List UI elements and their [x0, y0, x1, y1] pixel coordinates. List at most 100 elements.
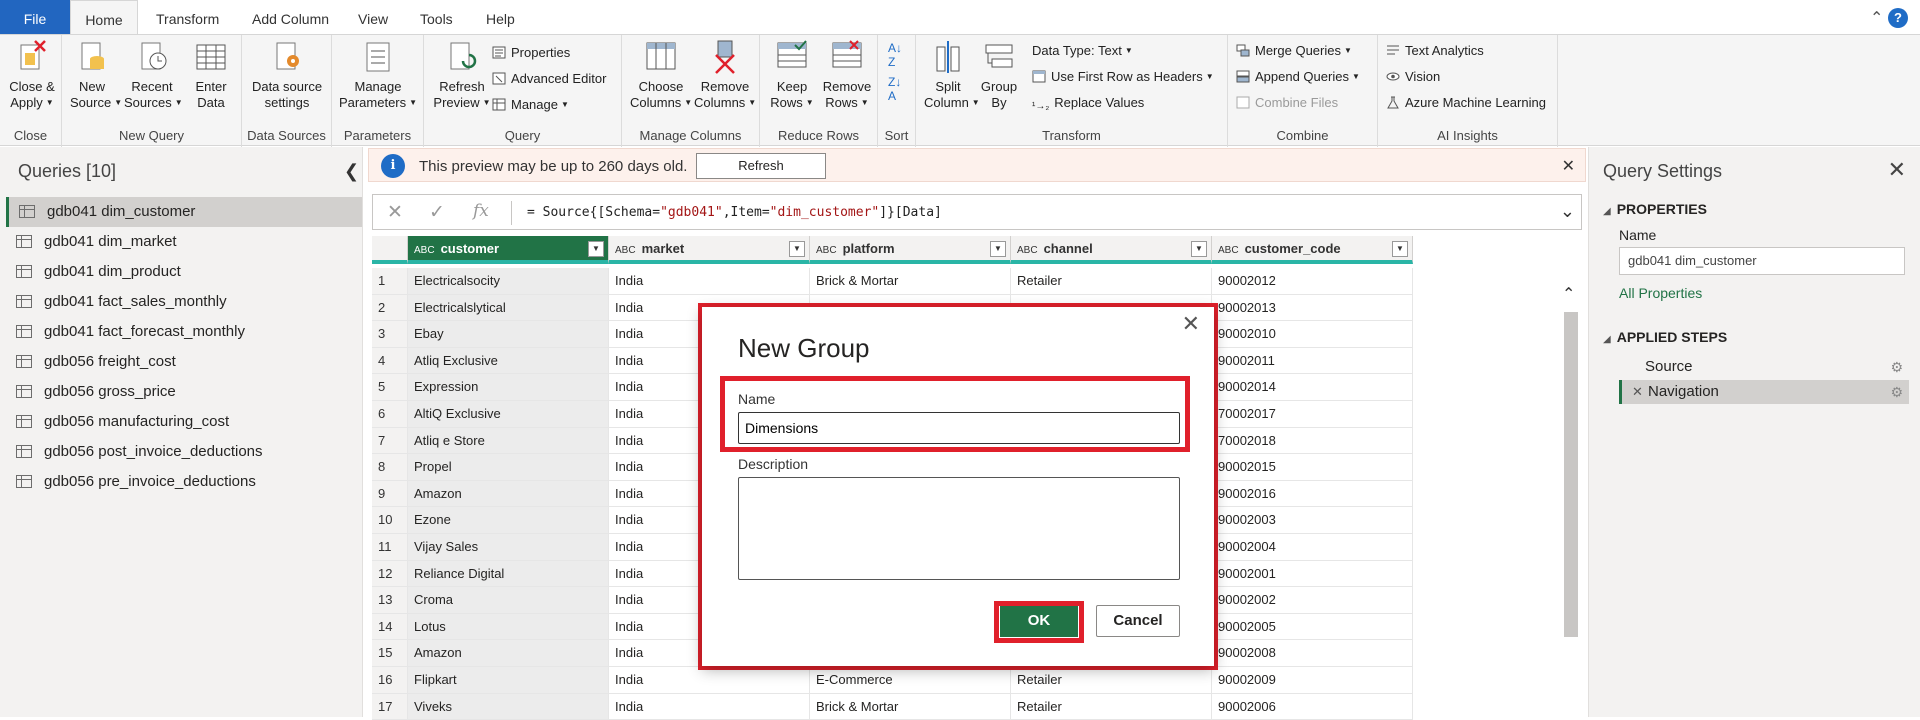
table-cell[interactable]: India — [609, 667, 810, 694]
row-number[interactable]: 6 — [372, 401, 408, 428]
row-number[interactable]: 10 — [372, 507, 408, 534]
table-cell[interactable]: Amazon — [408, 640, 609, 667]
filter-dropdown-icon[interactable]: ▼ — [789, 241, 805, 257]
table-cell[interactable]: Electricalsocity — [408, 268, 609, 295]
table-cell[interactable]: 90002003 — [1212, 507, 1413, 534]
table-cell[interactable]: 90002006 — [1212, 693, 1413, 720]
table-cell[interactable]: 90002015 — [1212, 454, 1413, 481]
table-cell[interactable]: AltiQ Exclusive — [408, 401, 609, 428]
row-number[interactable]: 5 — [372, 374, 408, 401]
advanced-editor-button[interactable]: Advanced Editor — [492, 71, 606, 86]
combine-files-button[interactable]: Combine Files — [1236, 95, 1338, 110]
table-cell[interactable]: Brick & Mortar — [810, 693, 1011, 720]
table-cell[interactable]: India — [609, 693, 810, 720]
data-type-dropdown[interactable]: Data Type: Text ▼ — [1032, 43, 1133, 58]
close-icon[interactable]: ✕ — [1182, 311, 1200, 337]
table-cell[interactable]: E-Commerce — [810, 667, 1011, 694]
query-item[interactable]: gdb056 freight_cost — [6, 347, 362, 377]
table-cell[interactable]: 90002016 — [1212, 480, 1413, 508]
close-icon[interactable]: ✕ — [1562, 156, 1575, 176]
vision-button[interactable]: Vision — [1386, 69, 1440, 84]
help-icon[interactable]: ? — [1888, 8, 1908, 28]
row-number[interactable]: 2 — [372, 294, 408, 322]
refresh-preview-button[interactable]: Refresh Preview ▼ — [432, 39, 492, 111]
remove-columns-button[interactable]: Remove Columns ▼ — [694, 39, 756, 111]
table-cell[interactable]: 90002002 — [1212, 587, 1413, 614]
table-cell[interactable]: Expression — [408, 374, 609, 401]
collapse-ribbon-icon[interactable]: ⌃ — [1870, 8, 1883, 28]
column-header-customer-code[interactable]: ABC customer_code ▼ — [1212, 236, 1413, 264]
column-header-platform[interactable]: ABC platform ▼ — [810, 236, 1011, 264]
tab-file[interactable]: File — [0, 0, 70, 34]
row-number[interactable]: 15 — [372, 640, 408, 667]
row-number[interactable]: 1 — [372, 268, 408, 295]
table-menu-icon[interactable] — [372, 236, 408, 264]
filter-dropdown-icon[interactable]: ▼ — [588, 241, 604, 257]
table-cell[interactable]: Retailer — [1011, 268, 1212, 295]
sort-ascending-icon[interactable]: A↓ Z — [888, 41, 902, 69]
query-item[interactable]: gdb056 pre_invoice_deductions — [6, 467, 362, 497]
query-item[interactable]: gdb041 fact_sales_monthly — [6, 287, 362, 317]
filter-dropdown-icon[interactable]: ▼ — [990, 241, 1006, 257]
manage-parameters-button[interactable]: Manage Parameters ▼ — [336, 39, 420, 111]
recent-sources-button[interactable]: Recent Sources ▼ — [124, 39, 183, 111]
table-cell[interactable]: Croma — [408, 587, 609, 614]
table-cell[interactable]: 90002008 — [1212, 640, 1413, 667]
query-item[interactable]: gdb041 fact_forecast_monthly — [6, 317, 362, 347]
table-cell[interactable]: 90002012 — [1212, 268, 1413, 295]
row-number[interactable]: 13 — [372, 587, 408, 614]
table-cell[interactable]: 90002009 — [1212, 667, 1413, 694]
delete-step-icon[interactable]: ✕ — [1632, 380, 1643, 404]
refresh-button[interactable]: Refresh — [696, 153, 826, 179]
tab-view[interactable]: View — [342, 0, 404, 34]
cancel-button[interactable]: Cancel — [1096, 605, 1180, 637]
table-cell[interactable]: Lotus — [408, 613, 609, 641]
append-queries-button[interactable]: Append Queries ▼ — [1236, 69, 1360, 84]
table-cell[interactable]: Atliq e Store — [408, 427, 609, 455]
column-header-channel[interactable]: ABC channel ▼ — [1011, 236, 1212, 264]
tab-add-column[interactable]: Add Column — [236, 0, 345, 34]
group-by-button[interactable]: Group By — [978, 39, 1020, 111]
text-analytics-button[interactable]: Text Analytics — [1386, 43, 1484, 58]
description-textarea[interactable] — [738, 477, 1180, 580]
formula-input[interactable]: = Source{[Schema="gdb041",Item="dim_cust… — [527, 205, 942, 220]
row-number[interactable]: 11 — [372, 534, 408, 561]
query-item[interactable]: gdb056 post_invoice_deductions — [6, 437, 362, 467]
table-cell[interactable]: Flipkart — [408, 667, 609, 694]
use-first-row-headers-button[interactable]: Use First Row as Headers ▼ — [1032, 69, 1214, 84]
column-header-customer[interactable]: ABC customer ▼ — [408, 236, 609, 264]
row-number[interactable]: 9 — [372, 480, 408, 508]
row-number[interactable]: 16 — [372, 667, 408, 694]
applied-steps-section[interactable]: ◢ APPLIED STEPS — [1603, 329, 1727, 345]
all-properties-link[interactable]: All Properties — [1619, 285, 1702, 301]
table-cell[interactable]: India — [609, 268, 810, 295]
step-navigation[interactable]: ✕ Navigation ⚙ — [1619, 380, 1909, 404]
properties-button[interactable]: Properties — [492, 45, 570, 60]
choose-columns-button[interactable]: Choose Columns ▼ — [630, 39, 692, 111]
sort-descending-icon[interactable]: Z↓ A — [888, 75, 901, 103]
confirm-formula-icon[interactable]: ✓ — [429, 201, 445, 224]
table-cell[interactable]: 90002010 — [1212, 321, 1413, 348]
cancel-formula-icon[interactable]: ✕ — [387, 201, 403, 224]
tab-help[interactable]: Help — [470, 0, 531, 34]
new-source-button[interactable]: New Source ▼ — [70, 39, 122, 111]
gear-icon[interactable]: ⚙ — [1890, 380, 1903, 404]
data-source-settings-button[interactable]: Data source settings — [246, 39, 328, 111]
row-number[interactable]: 17 — [372, 693, 408, 720]
table-cell[interactable]: Electricalslytical — [408, 294, 609, 322]
table-cell[interactable]: Reliance Digital — [408, 560, 609, 588]
tab-home[interactable]: Home — [70, 0, 138, 34]
azure-ml-button[interactable]: Azure Machine Learning — [1386, 95, 1546, 110]
collapse-queries-icon[interactable]: ❮ — [344, 161, 359, 182]
table-cell[interactable]: 90002011 — [1212, 347, 1413, 375]
query-item[interactable]: gdb056 gross_price — [6, 377, 362, 407]
manage-button[interactable]: Manage ▼ — [492, 97, 569, 112]
table-cell[interactable]: Propel — [408, 454, 609, 481]
row-number[interactable]: 4 — [372, 347, 408, 375]
filter-dropdown-icon[interactable]: ▼ — [1392, 241, 1408, 257]
scrollbar-thumb[interactable] — [1564, 312, 1578, 637]
table-cell[interactable]: Brick & Mortar — [810, 268, 1011, 295]
table-cell[interactable]: 70002017 — [1212, 401, 1413, 428]
query-item[interactable]: gdb041 dim_product — [6, 257, 362, 287]
table-cell[interactable]: Retailer — [1011, 693, 1212, 720]
